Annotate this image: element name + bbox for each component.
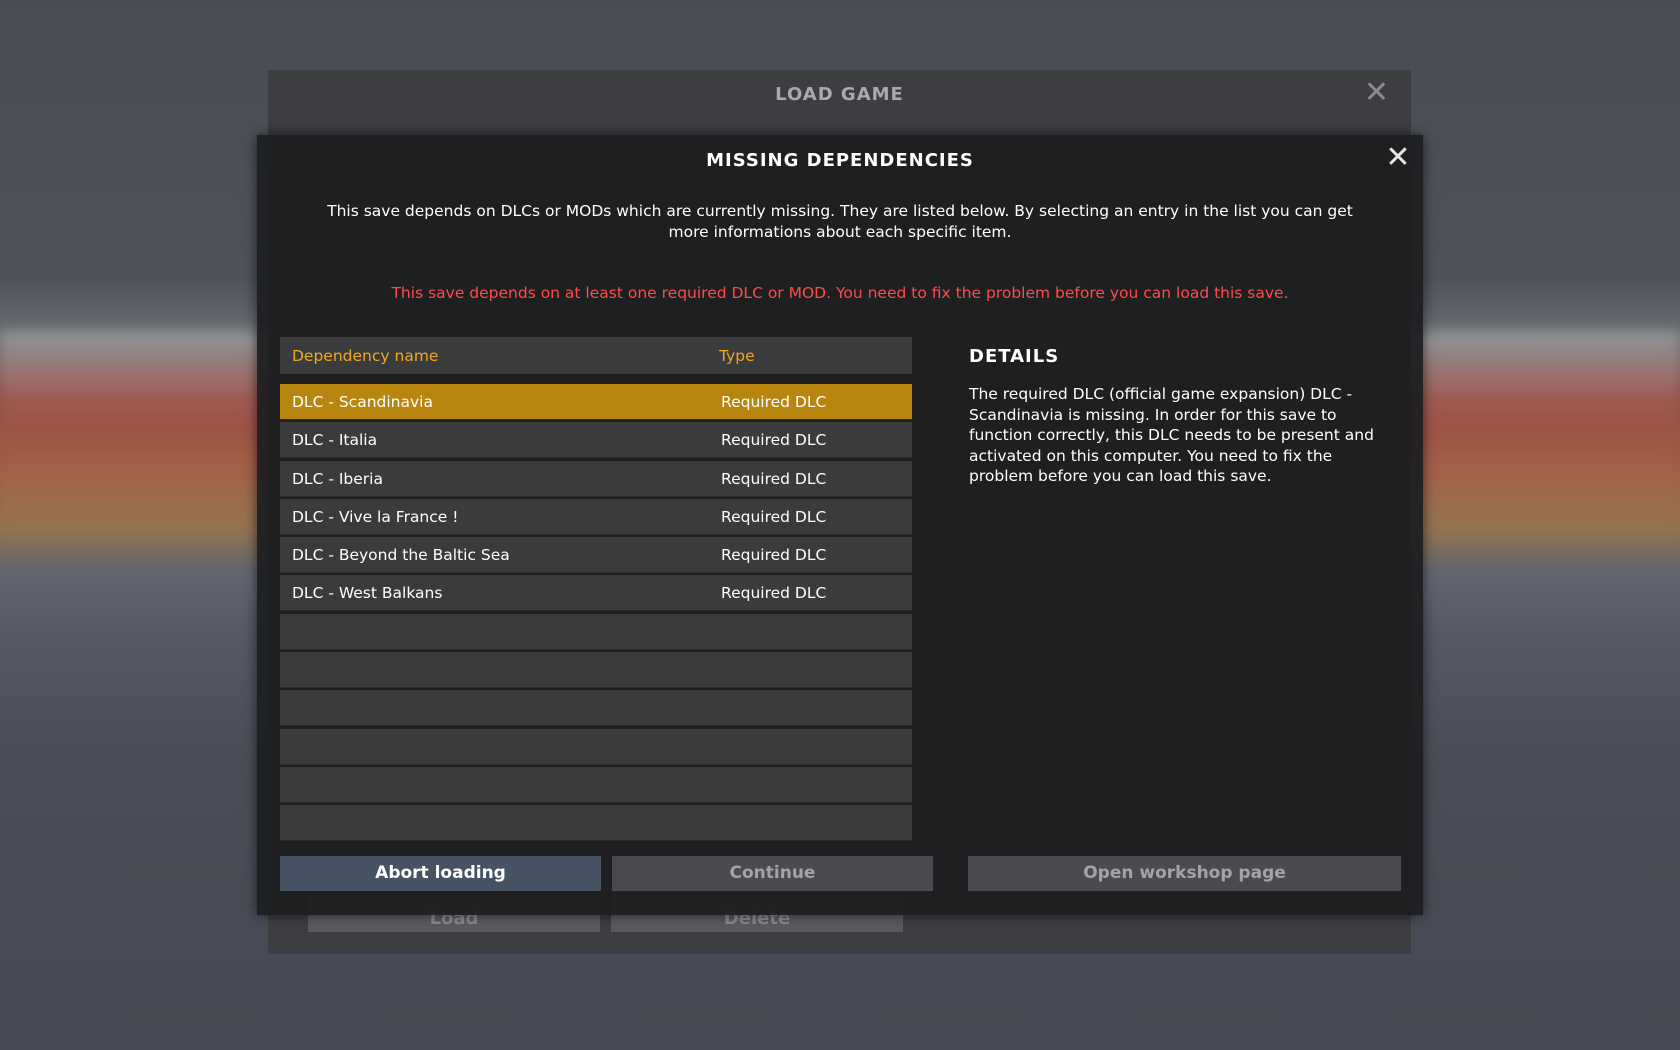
dependency-type: Required DLC xyxy=(721,393,827,411)
dependency-type: Required DLC xyxy=(721,507,827,526)
empty-table-row xyxy=(280,613,912,650)
dependency-type: Required DLC xyxy=(721,431,827,450)
table-row[interactable]: DLC - Scandinavia Required DLC xyxy=(280,384,912,420)
background-scenery-right xyxy=(1410,330,1680,570)
dependency-type: Required DLC xyxy=(721,584,827,603)
table-row[interactable]: DLC - Iberia Required DLC xyxy=(280,460,912,497)
close-icon[interactable]: ✕ xyxy=(1383,143,1413,173)
details-text: The required DLC (official game expansio… xyxy=(969,385,1374,485)
dependency-name: DLC - Italia xyxy=(292,431,378,450)
table-row[interactable]: DLC - Italia Required DLC xyxy=(280,422,912,459)
continue-button[interactable]: Continue xyxy=(612,856,933,891)
abort-loading-button[interactable]: Abort loading xyxy=(280,856,601,891)
close-icon[interactable]: ✕ xyxy=(1364,78,1389,108)
column-header-type: Type xyxy=(719,347,755,365)
dialog-warning: This save depends on at least one requir… xyxy=(391,284,1289,302)
empty-table-row xyxy=(280,805,912,842)
column-header-name: Dependency name xyxy=(292,347,439,365)
table-row[interactable]: DLC - West Balkans Required DLC xyxy=(280,575,912,612)
open-workshop-page-button[interactable]: Open workshop page xyxy=(968,856,1401,891)
dependency-name: DLC - Iberia xyxy=(292,469,383,488)
background-scenery-left xyxy=(0,330,268,570)
dependency-table: Dependency name Type DLC - Scandinavia R… xyxy=(280,337,912,844)
empty-table-row xyxy=(280,690,912,727)
table-row[interactable]: DLC - Beyond the Baltic Sea Required DLC xyxy=(280,537,912,574)
dependency-name: DLC - West Balkans xyxy=(292,584,443,603)
empty-table-row xyxy=(280,652,912,689)
dependency-name: DLC - Vive la France ! xyxy=(292,507,459,526)
load-game-title: LOAD GAME xyxy=(775,84,904,105)
dependency-name: DLC - Scandinavia xyxy=(292,393,433,411)
details-title: DETAILS xyxy=(969,346,1060,367)
dependency-type: Required DLC xyxy=(721,546,827,565)
empty-table-row xyxy=(280,728,912,765)
dialog-title: MISSING DEPENDENCIES xyxy=(706,150,974,171)
table-row[interactable]: DLC - Vive la France ! Required DLC xyxy=(280,498,912,535)
table-body: DLC - Scandinavia Required DLC DLC - Ita… xyxy=(280,384,912,842)
empty-table-row xyxy=(280,766,912,803)
dependency-name: DLC - Beyond the Baltic Sea xyxy=(292,546,510,565)
dialog-description: This save depends on DLCs or MODs which … xyxy=(327,202,1353,241)
table-header: Dependency name Type xyxy=(280,337,912,374)
dependency-type: Required DLC xyxy=(721,469,827,488)
missing-dependencies-dialog: MISSING DEPENDENCIES ✕ This save depends… xyxy=(257,135,1423,915)
